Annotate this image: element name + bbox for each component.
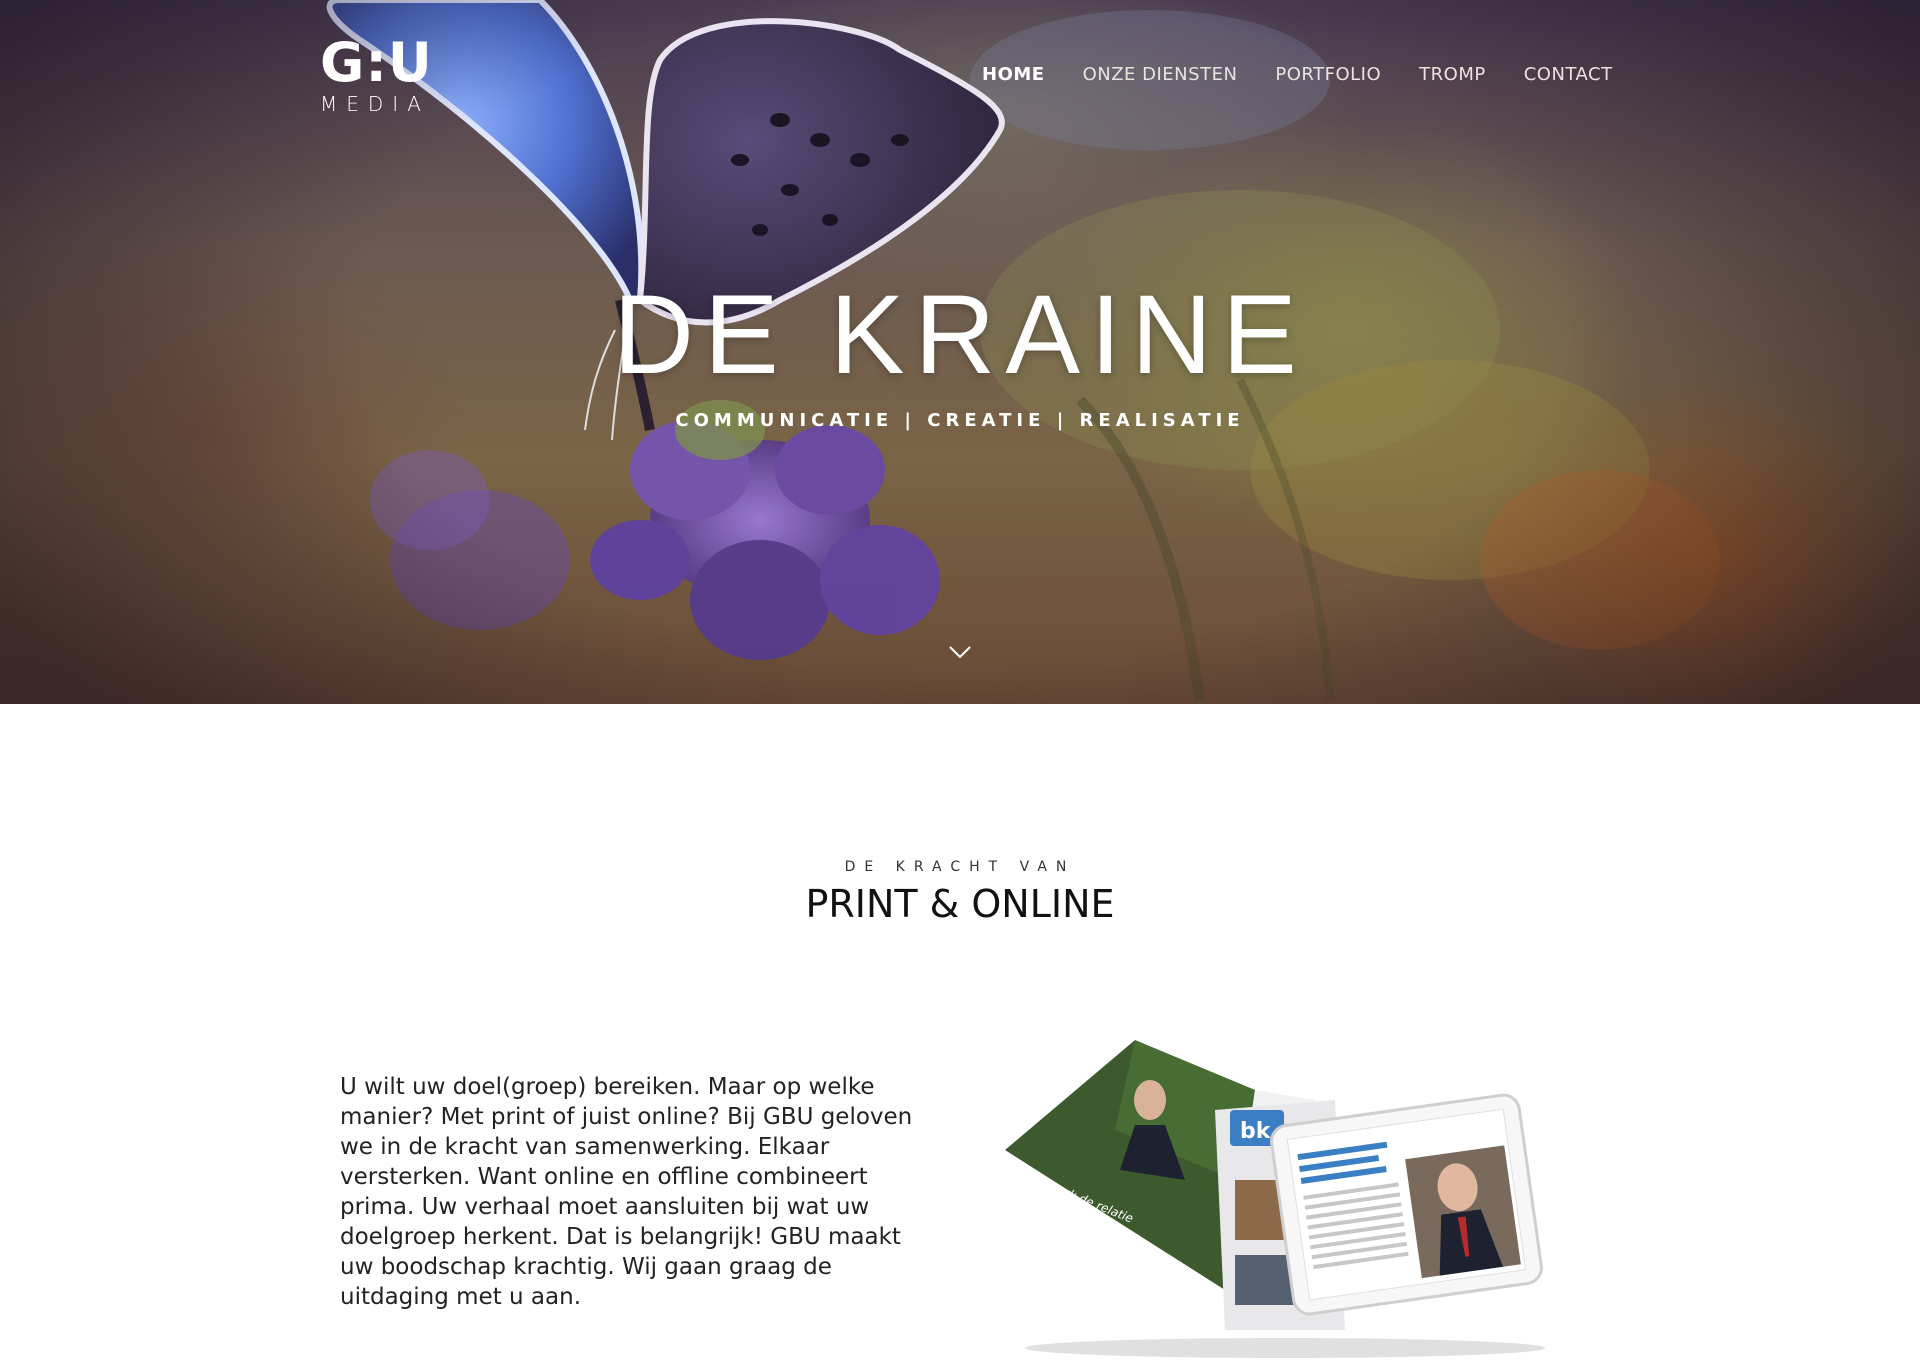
section-kicker: DE KRACHT VAN	[844, 859, 1076, 875]
nav-item-onze-diensten[interactable]: ONZE DIENSTEN	[1083, 64, 1238, 85]
intro-paragraph: U wilt uw doel(groep) bereiken. Maar op …	[340, 1074, 913, 1310]
nav-item-portfolio[interactable]: PORTFOLIO	[1275, 64, 1381, 85]
nav-item-tromp[interactable]: TROMP	[1419, 64, 1486, 85]
logo-subtitle: MEDIA	[320, 92, 430, 116]
gbu-media-logo[interactable]: G:U MEDIA	[320, 31, 436, 117]
hero-subtitle: COMMUNICATIE | CREATIE | REALISATIE	[675, 410, 1245, 431]
hero-banner: G:U MEDIA HOME ONZE DIENSTEN PORTFOLIO T…	[0, 0, 1920, 704]
main-navigation: HOME ONZE DIENSTEN PORTFOLIO TROMP CONTA…	[982, 64, 1613, 85]
hero-title: DE KRAINE	[613, 272, 1307, 397]
section-title: PRINT & ONLINE	[805, 882, 1115, 926]
chevron-down-icon[interactable]	[948, 644, 972, 660]
nav-item-home[interactable]: HOME	[982, 64, 1045, 85]
mockup-badge: bk	[1240, 1119, 1272, 1144]
print-online-mockup-image: 'Versterk de relatie tussen bedrijfsleve…	[985, 1030, 1585, 1360]
nav-item-contact[interactable]: CONTACT	[1524, 64, 1613, 85]
logo-mark: G:U	[320, 31, 433, 94]
